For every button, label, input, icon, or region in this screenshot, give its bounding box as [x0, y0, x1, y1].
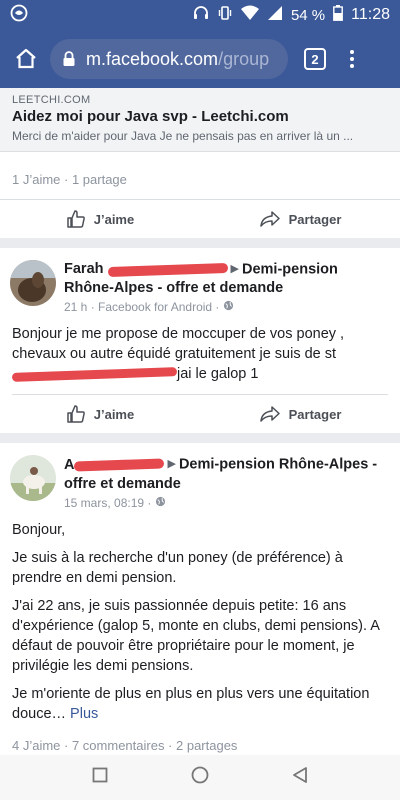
clock: 11:28 — [351, 6, 390, 23]
like-label: J’aime — [93, 211, 135, 227]
home-button[interactable] — [8, 41, 44, 77]
post-card-1: Farah ▶ Demi-pension Rhône-Alpes - offre … — [0, 248, 400, 434]
browser-toolbar: m.facebook.com/group 2 — [0, 30, 400, 88]
back-triangle-icon — [293, 767, 308, 783]
post-title: Farah ▶ Demi-pension Rhône-Alpes - offre … — [64, 260, 388, 298]
vibrate-icon — [217, 5, 233, 25]
url-bar[interactable]: m.facebook.com/group — [50, 39, 288, 79]
browser-menu-button[interactable] — [342, 50, 362, 68]
like-button[interactable]: J’aime — [0, 209, 200, 229]
back-button[interactable] — [292, 766, 308, 789]
lock-icon — [62, 51, 76, 67]
share-icon — [259, 211, 280, 227]
thumbs-up-icon — [67, 210, 85, 228]
post-stats[interactable]: 1 J’aime · 1 partage — [0, 160, 400, 200]
post-card-2: A ▶ Demi-pension Rhône-Alpes - offre et de… — [0, 443, 400, 755]
system-nav-bar — [0, 755, 400, 800]
share-button[interactable]: Partager — [200, 404, 400, 424]
avatar[interactable] — [10, 455, 56, 502]
like-label: J’aime — [93, 406, 135, 422]
arrow-right-icon: ▶ — [167, 458, 176, 471]
redaction-mark — [74, 458, 165, 472]
news-feed: LEETCHI.COM Aidez moi pour Java svp - Le… — [0, 88, 400, 755]
share-button[interactable]: Partager — [200, 209, 400, 229]
home-icon — [16, 48, 36, 69]
globe-icon — [155, 496, 166, 510]
headphones-icon — [193, 5, 209, 25]
avatar[interactable] — [10, 260, 56, 306]
link-title: Aidez moi pour Java svp - Leetchi.com — [12, 108, 289, 125]
redaction-mark — [107, 262, 228, 277]
author-name[interactable]: Farah — [64, 261, 228, 277]
app-notification-icon — [10, 4, 28, 27]
circle-icon — [191, 766, 209, 784]
url-host: m.facebook.com — [86, 48, 219, 69]
post-actions: J’aime Partager — [0, 200, 400, 238]
arrow-right-icon: ▶ — [230, 263, 239, 275]
post-actions: J’aime Partager — [0, 395, 400, 433]
battery-icon — [333, 5, 344, 25]
author-name[interactable]: A — [64, 457, 165, 473]
post-card-previous: LEETCHI.COM Aidez moi pour Java svp - Le… — [0, 88, 400, 238]
recents-button[interactable] — [92, 767, 108, 788]
battery-percent: 54 % — [290, 6, 326, 24]
wifi-icon — [240, 5, 259, 25]
like-button[interactable]: J’aime — [0, 404, 200, 424]
redaction-mark — [11, 367, 178, 382]
link-preview[interactable]: LEETCHI.COM Aidez moi pour Java svp - Le… — [0, 88, 400, 152]
url-path: /group — [218, 48, 270, 69]
share-label: Partager — [288, 406, 342, 422]
tab-switcher-button[interactable]: 2 — [304, 48, 326, 70]
globe-icon — [223, 300, 234, 314]
link-description: Merci de m'aider pour Java Je ne pensais… — [12, 129, 354, 143]
post-body: Bonjour, Je suis à la recherche d'un pon… — [12, 521, 380, 722]
see-more-link[interactable]: Plus — [70, 706, 98, 722]
link-domain: LEETCHI.COM — [12, 94, 91, 106]
post-title: A ▶ Demi-pension Rhône-Alpes - offre et de… — [64, 455, 388, 493]
thumbs-up-icon — [67, 405, 85, 424]
share-icon — [259, 406, 280, 423]
share-label: Partager — [288, 211, 342, 227]
square-icon — [92, 767, 108, 783]
status-bar: 54 % 11:28 — [0, 0, 400, 30]
home-nav-button[interactable] — [191, 766, 209, 789]
post-stats[interactable]: 4 J’aime · 7 commentaires · 2 partages — [0, 734, 400, 755]
post-timestamp: 15 mars, 08:19 · — [64, 496, 388, 510]
post-timestamp: 21 h · Facebook for Android · — [64, 300, 388, 314]
post-body: Bonjour je me propose de moccuper de vos… — [11, 326, 345, 383]
signal-icon — [267, 5, 283, 25]
